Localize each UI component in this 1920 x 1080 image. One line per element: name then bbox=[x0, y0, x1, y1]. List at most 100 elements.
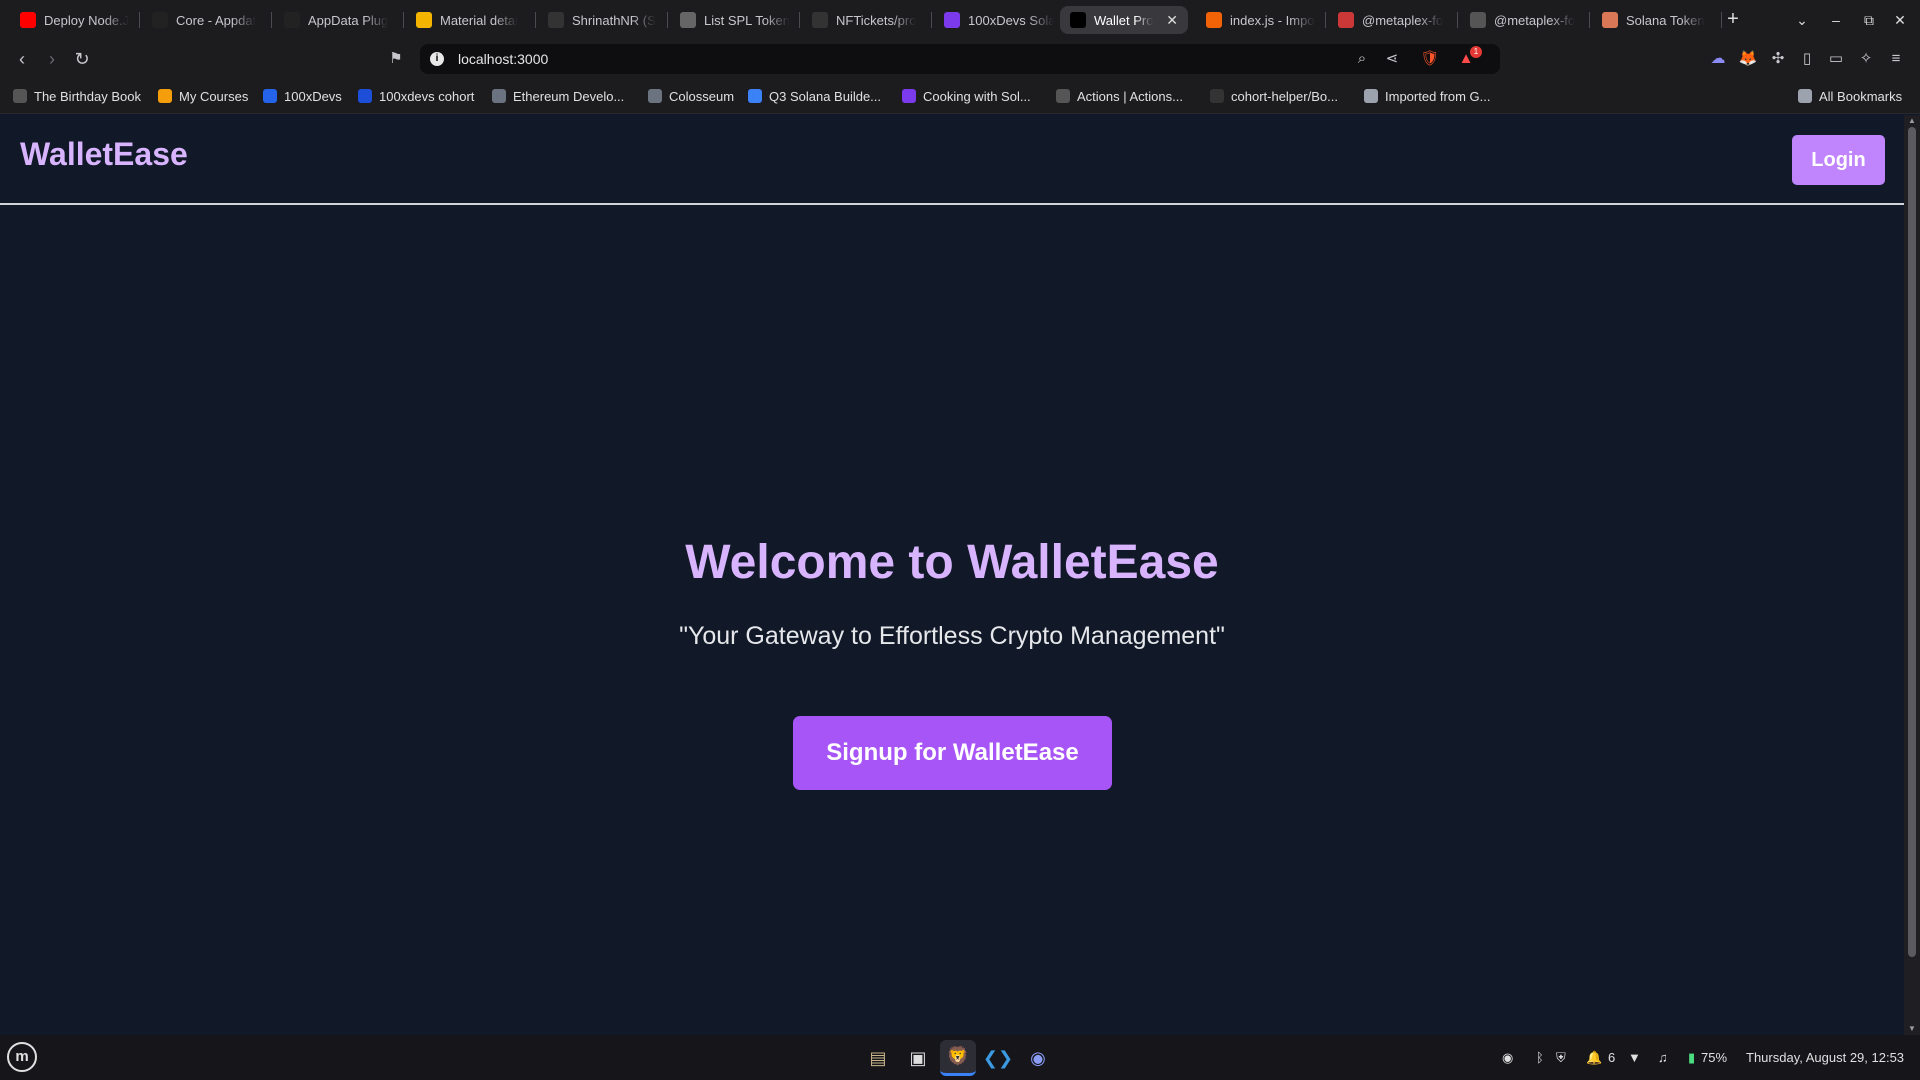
shield-icon[interactable]: ⛨ bbox=[1556, 1048, 1566, 1068]
bluetooth-icon[interactable]: ᛒ bbox=[1536, 1048, 1544, 1068]
address-bar-url[interactable]: localhost:3000 bbox=[458, 51, 548, 67]
image-icon bbox=[748, 89, 762, 103]
tab-4[interactable]: ShrinathNR (S bbox=[538, 6, 668, 34]
globe-icon bbox=[13, 89, 27, 103]
globe-icon bbox=[1470, 12, 1486, 28]
tab-8[interactable]: Wallet Pro ✕ bbox=[1060, 6, 1188, 34]
npm-icon bbox=[1338, 12, 1354, 28]
maximize-icon[interactable]: ⧉ bbox=[1857, 8, 1881, 32]
bookmark-1[interactable]: My Courses bbox=[158, 86, 248, 106]
site-info-icon[interactable]: i bbox=[430, 52, 444, 66]
tab-title: Core - Appdat bbox=[176, 12, 257, 28]
extension-puzzle-cloud-icon[interactable]: ☁ bbox=[1708, 49, 1728, 69]
tab-5[interactable]: List SPL Token bbox=[670, 6, 800, 34]
discord-icon[interactable]: ◉ bbox=[1020, 1040, 1056, 1076]
all-bookmarks-label: All Bookmarks bbox=[1819, 88, 1903, 104]
bookmark-page-icon[interactable]: ⚑ bbox=[386, 47, 406, 71]
ethereum-icon bbox=[492, 89, 506, 103]
bookmark-8[interactable]: Actions | Actions... bbox=[1056, 86, 1183, 106]
vscode-icon[interactable]: ❮❯ bbox=[980, 1040, 1016, 1076]
tab-7[interactable]: 100xDevs Sola bbox=[934, 6, 1064, 34]
vercel-icon bbox=[1070, 12, 1086, 28]
wifi-icon[interactable]: ▼ bbox=[1628, 1048, 1641, 1068]
tab-title: List SPL Token bbox=[704, 12, 790, 28]
bookmark-9[interactable]: cohort-helper/Bo... bbox=[1210, 86, 1338, 106]
sidebar-icon[interactable]: ▯ bbox=[1797, 49, 1817, 69]
folder-icon bbox=[1798, 89, 1812, 103]
tab-9[interactable]: index.js - Impo bbox=[1196, 6, 1326, 34]
tab-2[interactable]: AppData Plug bbox=[274, 6, 404, 34]
bookmark-2[interactable]: 100xDevs bbox=[263, 86, 342, 106]
cooking-icon bbox=[902, 89, 916, 103]
files-icon[interactable]: ▤ bbox=[860, 1040, 896, 1076]
signup-button[interactable]: Signup for WalletEase bbox=[793, 716, 1112, 790]
all-bookmarks[interactable]: All Bookmarks bbox=[1798, 86, 1902, 106]
bookmark-6[interactable]: Q3 Solana Builde... bbox=[748, 86, 881, 106]
share-icon[interactable]: ⋖ bbox=[1382, 49, 1402, 69]
bookmark-0[interactable]: The Birthday Book bbox=[13, 86, 141, 106]
metaplex-icon bbox=[284, 12, 300, 28]
bookmark-5[interactable]: Colosseum bbox=[648, 86, 734, 106]
battery-icon[interactable]: ▮ bbox=[1688, 1048, 1695, 1068]
chatgpt-icon bbox=[680, 12, 696, 28]
bookmark-4[interactable]: Ethereum Develo... bbox=[492, 86, 624, 106]
courses-icon bbox=[158, 89, 172, 103]
tab-3[interactable]: Material detai bbox=[406, 6, 536, 34]
tab-0[interactable]: Deploy Node.J bbox=[10, 6, 140, 34]
battery-percent: 75% bbox=[1701, 1050, 1728, 1065]
bookmark-label: 100xDevs bbox=[284, 88, 342, 104]
metamask-icon[interactable]: 🦊 bbox=[1738, 49, 1758, 69]
terminal-icon[interactable]: ▣ bbox=[900, 1040, 936, 1076]
menu-icon[interactable]: ≡ bbox=[1886, 49, 1906, 69]
bookmark-label: cohort-helper/Bo... bbox=[1231, 88, 1338, 104]
notifications-icon[interactable]: 🔔 bbox=[1586, 1048, 1602, 1068]
brand-logo[interactable]: WalletEase bbox=[20, 136, 188, 173]
tab-6[interactable]: NFTickets/pro bbox=[802, 6, 932, 34]
reload-icon[interactable]: ↻ bbox=[70, 47, 94, 71]
scroll-up-icon[interactable]: ▲ bbox=[1904, 115, 1920, 127]
rewards-badge: 1 bbox=[1470, 46, 1482, 58]
bookmark-3[interactable]: 100xdevs cohort bbox=[358, 86, 474, 106]
tab-search-icon[interactable]: ⌄ bbox=[1790, 8, 1814, 32]
close-window-icon[interactable]: ✕ bbox=[1888, 8, 1912, 32]
bookmark-7[interactable]: Cooking with Sol... bbox=[902, 86, 1031, 106]
scrollbar-thumb[interactable] bbox=[1908, 127, 1916, 957]
tab-11[interactable]: @metaplex-fo bbox=[1460, 6, 1590, 34]
new-tab-button[interactable]: + bbox=[1720, 6, 1746, 34]
page-scrollbar[interactable]: ▲ ▼ bbox=[1904, 115, 1920, 1035]
close-tab-icon[interactable]: ✕ bbox=[1160, 12, 1178, 29]
brave-icon[interactable]: 🦁 bbox=[940, 1040, 976, 1076]
back-icon[interactable]: ‹ bbox=[10, 47, 34, 71]
login-button[interactable]: Login bbox=[1792, 135, 1885, 185]
youtube-icon bbox=[20, 12, 36, 28]
image-icon bbox=[416, 12, 432, 28]
clock[interactable]: Thursday, August 29, 12:53 bbox=[1746, 1048, 1904, 1068]
notifications-count: 6 bbox=[1608, 1050, 1616, 1065]
tab-1[interactable]: Core - Appdat bbox=[142, 6, 272, 34]
bookmark-label: Actions | Actions... bbox=[1077, 88, 1183, 104]
start-menu-icon[interactable]: m bbox=[7, 1042, 37, 1072]
leo-ai-icon[interactable]: ✧ bbox=[1856, 49, 1876, 69]
forward-icon[interactable]: › bbox=[40, 47, 64, 71]
tab-title: 100xDevs Sola bbox=[968, 12, 1054, 28]
bookmark-label: Q3 Solana Builde... bbox=[769, 88, 882, 104]
site-navbar: WalletEase Login bbox=[0, 115, 1904, 205]
hero-title: Welcome to WalletEase bbox=[685, 536, 1219, 589]
discord-tray-icon[interactable]: ◉ bbox=[1502, 1048, 1513, 1068]
tab-10[interactable]: @metaplex-fo bbox=[1328, 6, 1458, 34]
bookmark-label: The Birthday Book bbox=[34, 88, 141, 104]
scroll-down-icon[interactable]: ▼ bbox=[1904, 1023, 1920, 1035]
metaplex-icon bbox=[152, 12, 168, 28]
minimize-icon[interactable]: – bbox=[1824, 8, 1848, 32]
media-icon[interactable]: ♫ bbox=[1658, 1048, 1668, 1068]
bookmarks-bar: The Birthday Book My Courses 100xDevs 100xd… bbox=[0, 78, 1920, 114]
tab-12[interactable]: Solana Token bbox=[1592, 6, 1722, 34]
bookmark-10[interactable]: Imported from G... bbox=[1364, 86, 1490, 106]
folder-icon bbox=[1364, 89, 1378, 103]
extensions-icon[interactable]: ✣ bbox=[1768, 49, 1788, 69]
tab-title: Wallet Pro bbox=[1094, 12, 1154, 28]
zoom-icon[interactable]: ⌕ bbox=[1352, 49, 1372, 69]
brave-shields-icon[interactable]: 🛡 bbox=[1420, 49, 1440, 69]
address-bar[interactable]: i localhost:3000 ⌕ ⋖ 🛡 ▲ 1 bbox=[420, 44, 1500, 74]
wallet-icon[interactable]: ▭ bbox=[1826, 49, 1846, 69]
